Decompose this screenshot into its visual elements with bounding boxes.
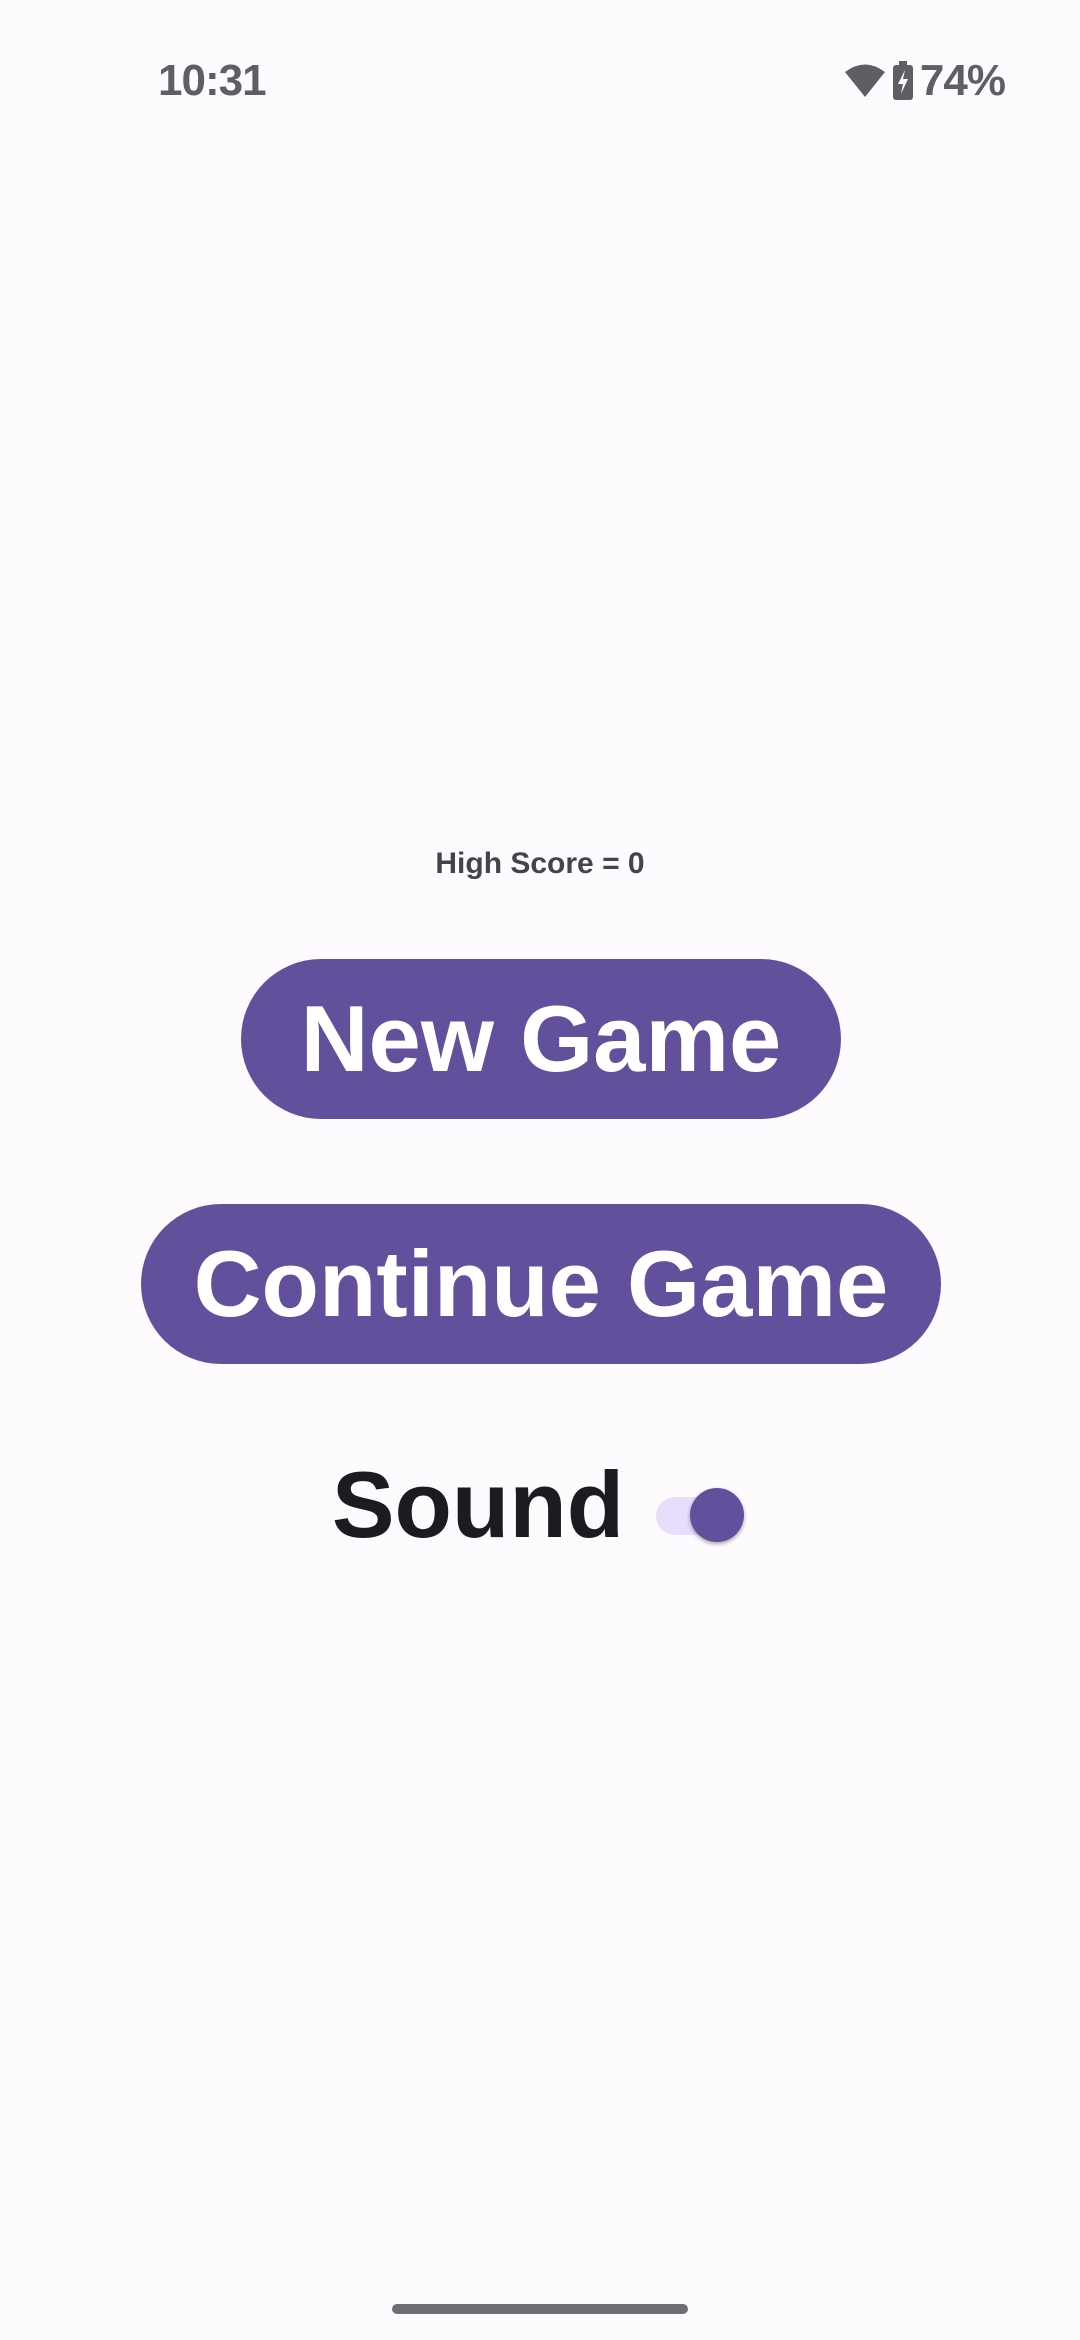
continue-game-button[interactable]: Continue Game (141, 1204, 941, 1364)
status-icons: 74% (844, 56, 1006, 106)
sound-toggle-thumb (690, 1488, 745, 1542)
status-bar: 10:31 74% (0, 0, 1080, 150)
battery-percent: 74% (919, 56, 1006, 105)
high-score-label: High Score = 0 (435, 847, 645, 880)
new-game-button[interactable]: New Game (241, 959, 841, 1119)
home-indicator[interactable] (392, 2304, 688, 2314)
sound-toggle[interactable] (656, 1479, 748, 1542)
sound-setting-row: Sound (0, 1452, 1080, 1557)
battery-charging-icon (892, 61, 914, 101)
sound-label: Sound (331, 1452, 625, 1557)
status-time: 10:31 (158, 56, 267, 105)
wifi-icon (844, 63, 886, 99)
